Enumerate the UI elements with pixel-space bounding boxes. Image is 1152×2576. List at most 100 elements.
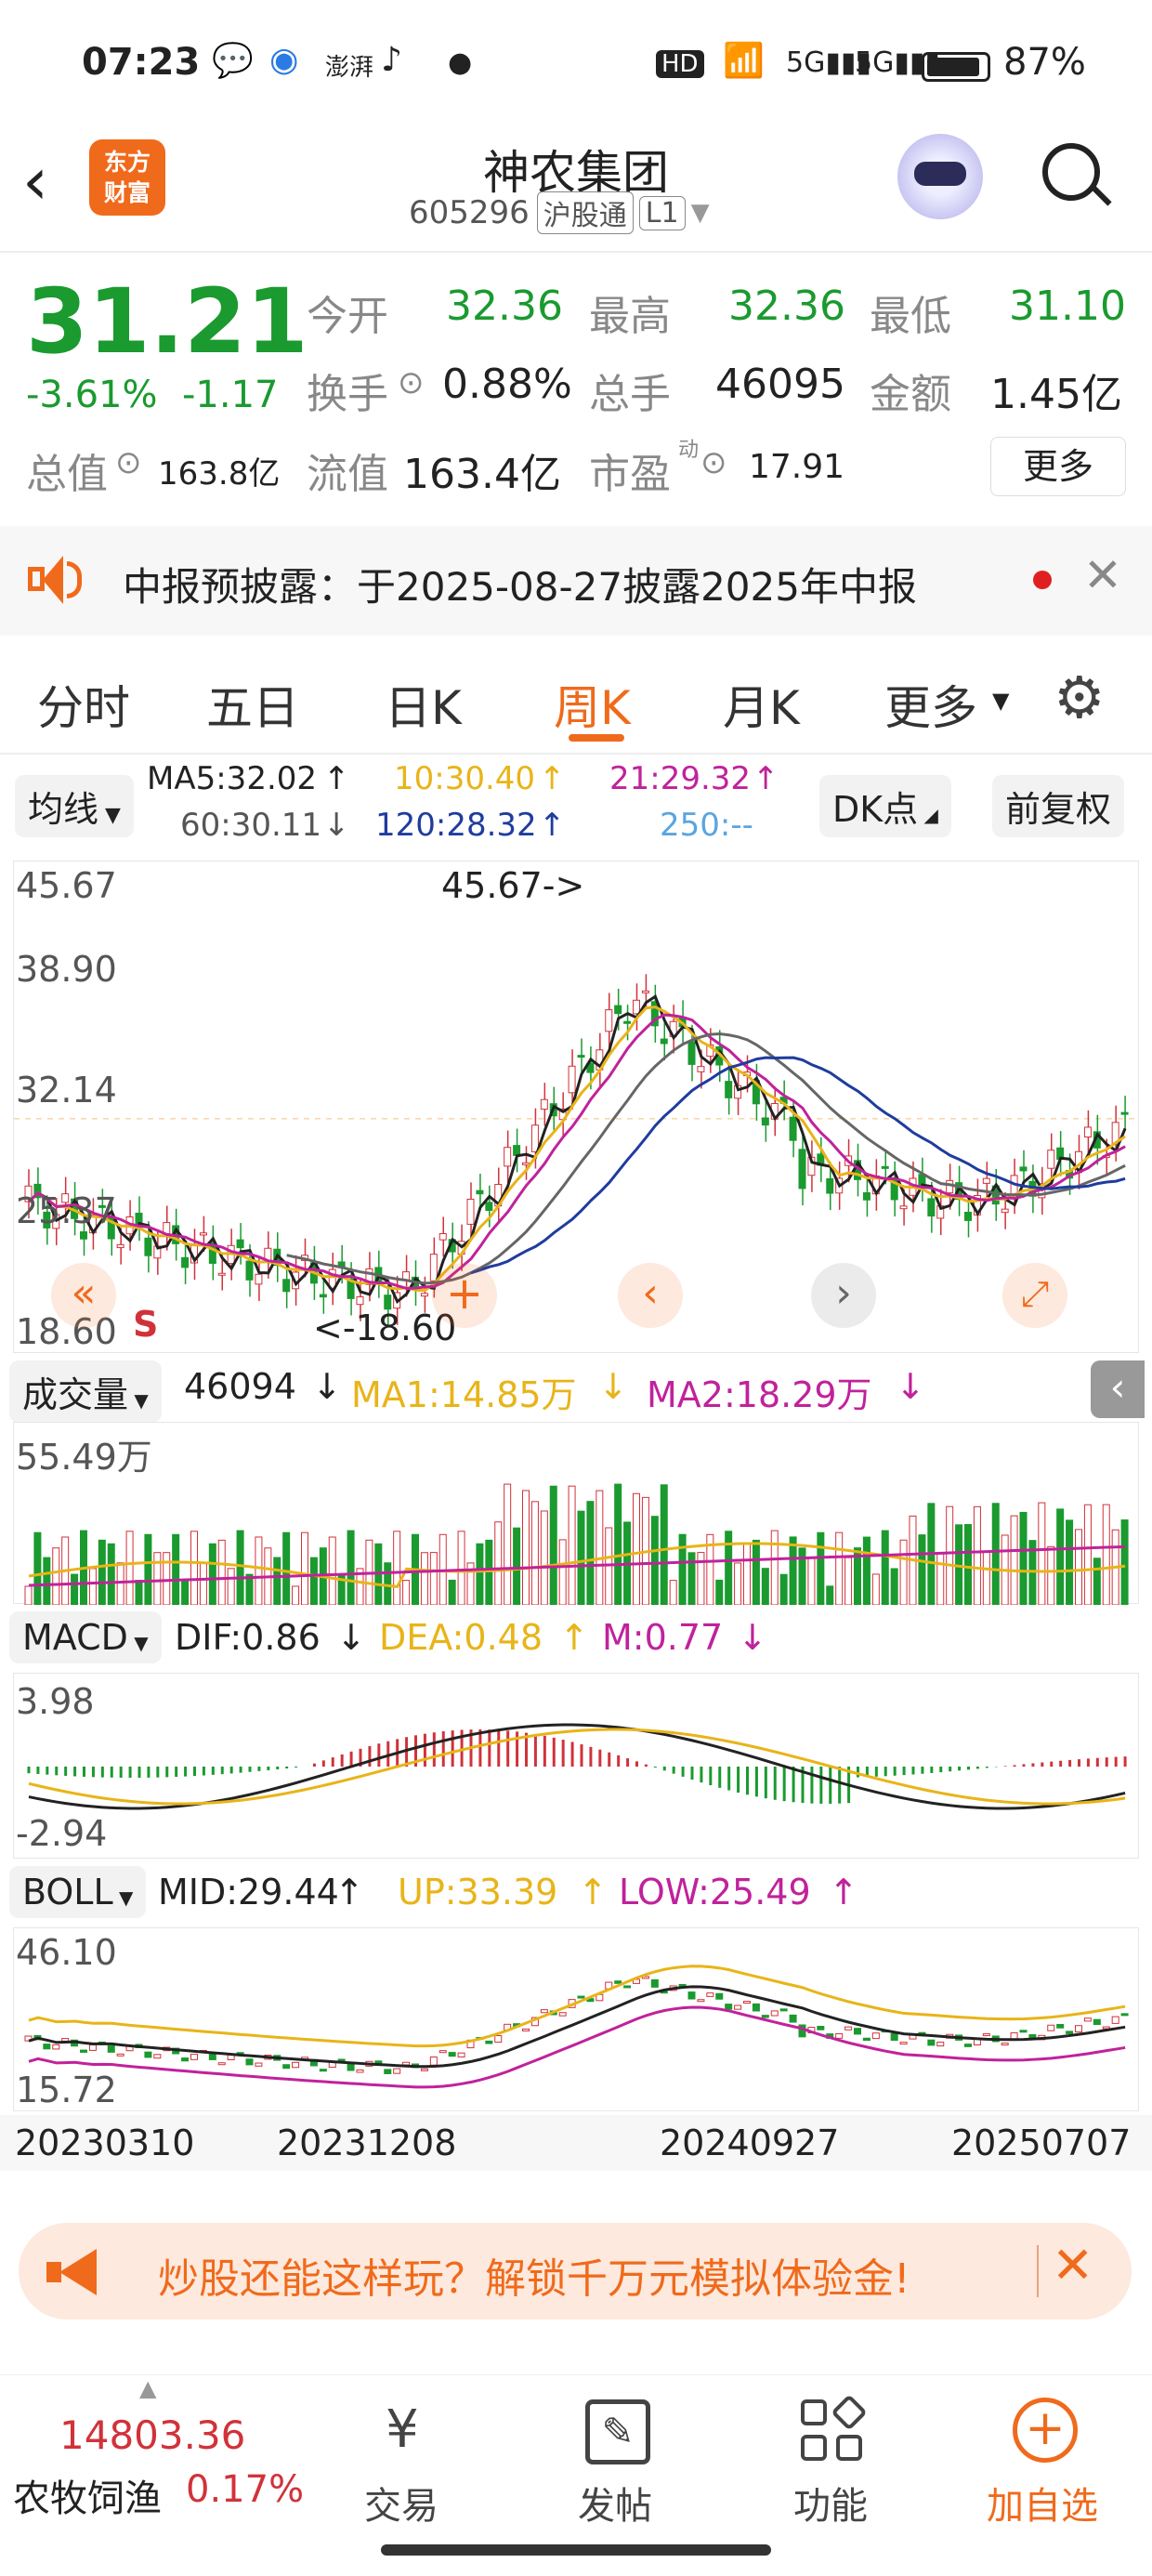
collapse-panel-icon[interactable]: ‹ [1091, 1360, 1145, 1418]
volume-bar [1066, 1519, 1074, 1605]
close-icon[interactable]: ✕ [1052, 2236, 1093, 2294]
boll-band-line [28, 2005, 1126, 2089]
boll-candle [789, 2014, 797, 2023]
volume-chart[interactable]: 55.49万 [13, 1422, 1139, 1605]
ma5-value: MA5:32.02 [147, 760, 318, 797]
candle [1083, 1126, 1092, 1137]
boll-chart[interactable]: 46.10 15.72 [13, 1927, 1139, 2111]
macd-svg [27, 1723, 1127, 1810]
candle [577, 1055, 585, 1058]
candle [605, 1009, 613, 1032]
volume-bar [494, 1521, 503, 1605]
boll-low: LOW:25.49 [619, 1872, 811, 1912]
function-button[interactable]: 功能 [793, 2476, 868, 2530]
indicator-selector[interactable]: 均线 ▼ [15, 775, 134, 837]
robot-assistant-icon[interactable] [897, 134, 983, 219]
volume-ma2: MA2:18.29万 [647, 1374, 872, 1415]
grid-apps-icon[interactable] [801, 2394, 868, 2464]
sector-index-value[interactable]: 14803.36 [59, 2412, 245, 2458]
tab-monthly-k[interactable]: 月K [723, 671, 800, 738]
prev-icon[interactable]: ‹ [618, 1263, 683, 1328]
boll-candle [899, 2042, 908, 2045]
close-icon[interactable]: ✕ [1083, 548, 1122, 602]
volume-bar [172, 1533, 180, 1605]
rewind-icon[interactable]: « [51, 1263, 116, 1328]
sector-name[interactable]: 农牧饲渔 [13, 2468, 162, 2522]
change-pct: -3.61% [26, 374, 158, 416]
sector-change[interactable]: 0.17% [186, 2468, 304, 2511]
add-circle-icon[interactable]: + [1013, 2398, 1078, 2463]
boll-candle [457, 2052, 465, 2057]
candle [946, 1179, 954, 1194]
next-icon[interactable]: › [811, 1263, 876, 1328]
volume-bar [734, 1562, 742, 1605]
dk-point-button[interactable]: DK点 ◢ [819, 775, 951, 837]
candle [725, 1081, 733, 1098]
post-button[interactable]: 发帖 [578, 2476, 652, 2530]
edit-post-icon[interactable]: ✎ [585, 2399, 650, 2464]
boll-candle [420, 2068, 428, 2071]
candle [789, 1116, 797, 1141]
candle [964, 1211, 972, 1221]
info-icon[interactable]: ⊙ [115, 444, 142, 481]
wechat-icon: 💬 [212, 42, 254, 80]
kline-chart[interactable]: 45.67 38.90 32.14 25.37 18.60 45.67-> <-… [13, 861, 1140, 1353]
speaker-icon [28, 554, 84, 606]
volume-bar [770, 1530, 779, 1605]
trade-button[interactable]: 交易 [364, 2476, 439, 2530]
volume-bar [752, 1539, 760, 1605]
boll-candle [936, 2042, 945, 2047]
macd-chart[interactable]: 3.98 -2.94 [13, 1673, 1139, 1859]
tiktok-icon: ♪ [381, 41, 402, 79]
volume-bar [946, 1505, 954, 1605]
boll-selector[interactable]: BOLL ▼ [9, 1866, 147, 1918]
caret-down-icon[interactable]: ▼ [992, 688, 1009, 714]
stock-header: ‹ 东方 财富 神农集团 605296 沪股通 L1 ▼ [0, 130, 1152, 251]
promo-banner[interactable]: 炒股还能这样玩？解锁千万元模拟体验金! ✕ [19, 2223, 1132, 2320]
settings-gear-icon[interactable]: ⚙ [1054, 664, 1106, 731]
tab-intraday[interactable]: 分时 [37, 671, 130, 738]
trade-icon[interactable]: ¥ [360, 2399, 444, 2464]
volume-bar [384, 1562, 392, 1605]
boll-candle [623, 1985, 632, 1989]
boll-candle [393, 2068, 401, 2074]
candle [199, 1232, 207, 1236]
more-button[interactable]: 更多 [990, 437, 1126, 496]
candle [1047, 1150, 1055, 1169]
macd-selector[interactable]: MACD ▼ [9, 1611, 162, 1663]
info-icon[interactable]: ⊙ [398, 364, 425, 401]
volume-bar [135, 1580, 143, 1605]
float-value: 163.4亿 [403, 451, 561, 498]
date-axis: 20230310 20231208 20240927 20250707 [0, 2115, 1152, 2171]
candle [356, 1295, 364, 1306]
candle [761, 1117, 769, 1126]
volume-bar [457, 1531, 465, 1605]
search-icon[interactable] [1039, 139, 1115, 216]
tab-five-day[interactable]: 五日 [206, 671, 299, 738]
notice-bar[interactable]: 中报预披露：于2025-08-27披露2025年中报 ✕ [0, 526, 1152, 636]
candle [1120, 1111, 1129, 1115]
candle [623, 1020, 632, 1024]
boll-legend: BOLL ▼ MID:29.44 ↑ UP:33.39 ↑ LOW:25.49 … [0, 1862, 1152, 1927]
boll-candle [116, 2053, 124, 2057]
caret-down-icon[interactable]: ▼ [691, 199, 710, 227]
tab-daily-k[interactable]: 日K [385, 671, 462, 738]
volume-value: 46094 [184, 1366, 296, 1407]
add-watchlist-button[interactable]: 加自选 [987, 2476, 1098, 2530]
tab-weekly-k[interactable]: 周K [554, 671, 631, 738]
candle [614, 1005, 622, 1015]
ma60-value: 60:30.11 [180, 807, 322, 844]
caret-up-icon[interactable]: ▲ [139, 2375, 156, 2401]
volume-bar [181, 1579, 190, 1605]
volume-selector[interactable]: 成交量 ▼ [9, 1360, 162, 1423]
adjust-button[interactable]: 前复权 [992, 775, 1125, 837]
boll-candle [982, 2033, 990, 2037]
fullscreen-icon[interactable]: ⤢ [1002, 1263, 1067, 1328]
boll-candle [715, 1992, 724, 2000]
info-icon[interactable]: ⊙ [700, 444, 727, 481]
price-max-label: 45.67 [16, 865, 117, 906]
candle [485, 1202, 493, 1211]
zoom-in-icon[interactable]: + [432, 1263, 497, 1328]
volume-bar [420, 1552, 428, 1605]
tab-more[interactable]: 更多 [884, 671, 977, 738]
